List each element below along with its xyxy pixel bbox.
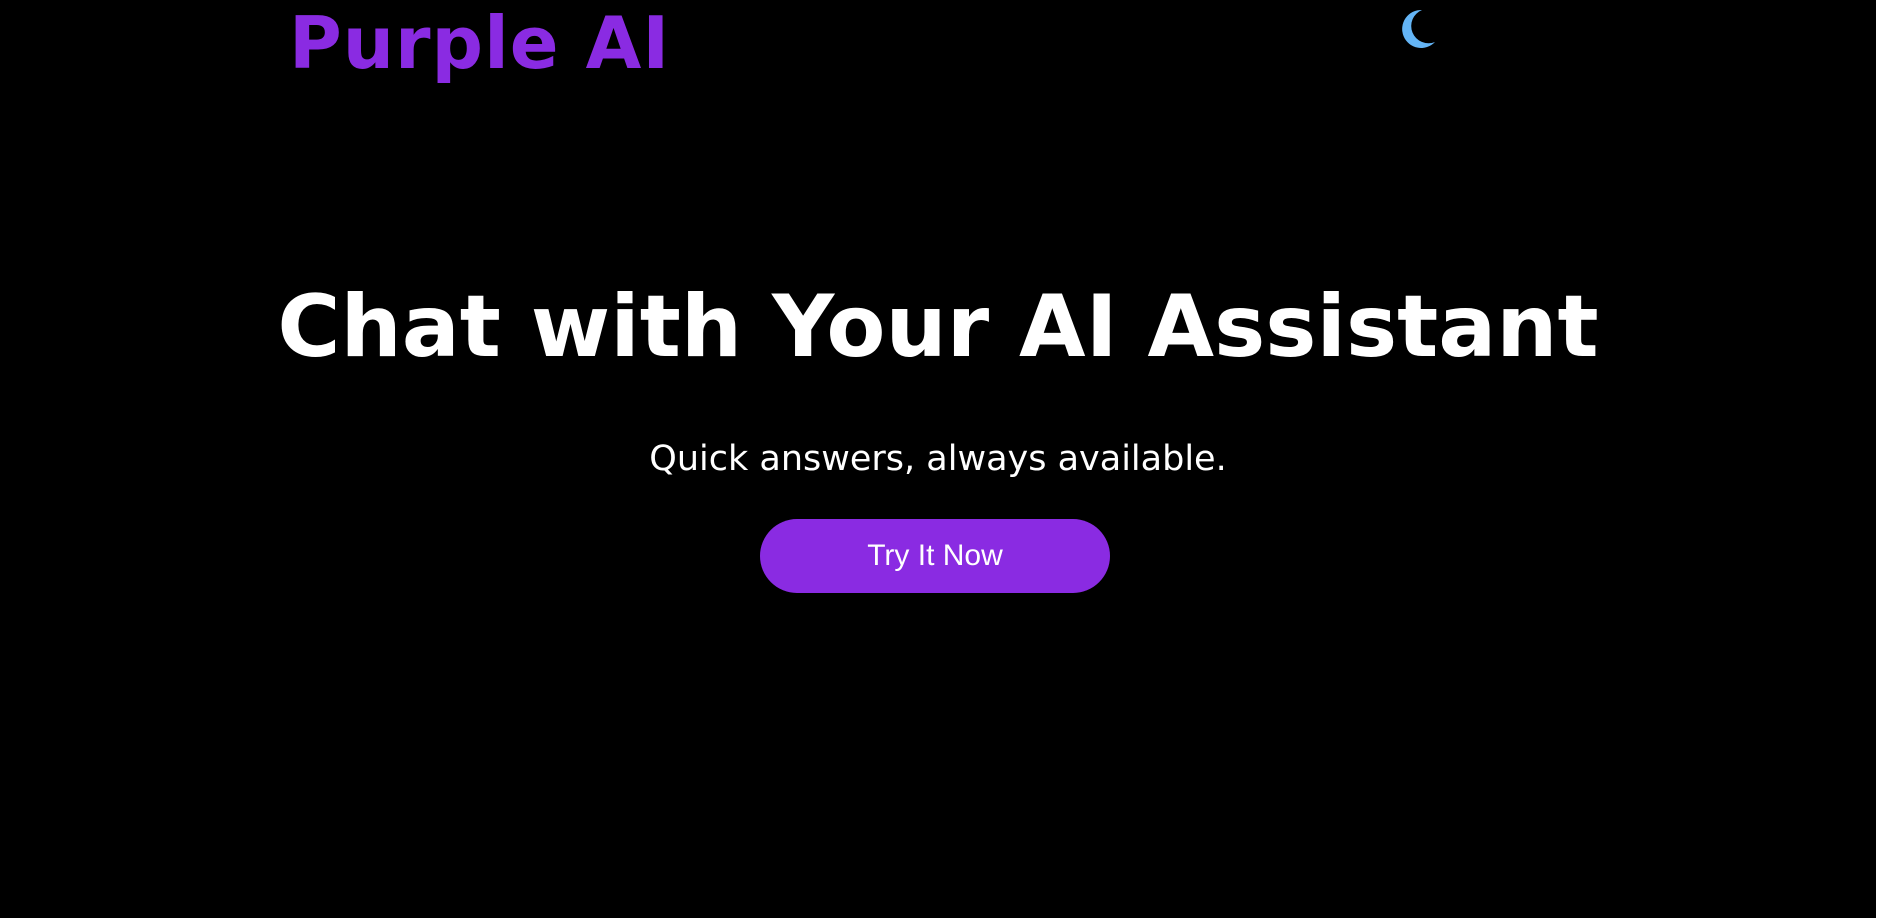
hero-title: Chat with Your AI Assistant bbox=[277, 277, 1599, 377]
moon-icon bbox=[1402, 9, 1435, 48]
page-viewport: Purple AI Chat with Your AI Assistant Qu… bbox=[0, 0, 1876, 918]
hero-subtitle: Quick answers, always available. bbox=[649, 439, 1227, 479]
try-it-now-button[interactable]: Try It Now bbox=[760, 519, 1110, 593]
brand-logo[interactable]: Purple AI bbox=[289, 0, 670, 86]
theme-toggle-button[interactable] bbox=[1382, 0, 1438, 56]
